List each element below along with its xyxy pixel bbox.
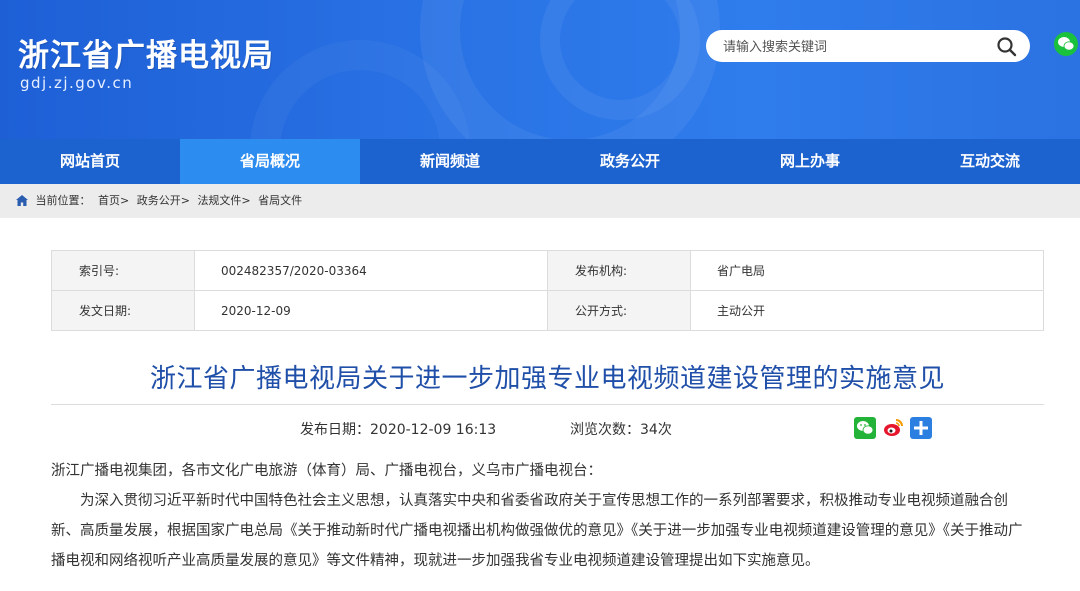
search-input[interactable] bbox=[723, 37, 983, 57]
search-box bbox=[706, 30, 1030, 62]
publish-date: 发布日期：2020-12-09 16:13 bbox=[300, 422, 497, 438]
site-title[interactable]: 浙江省广播电视局 bbox=[18, 30, 274, 75]
breadcrumb-government-affairs[interactable]: 政务公开> bbox=[137, 194, 190, 207]
nav-item-bureau-overview[interactable]: 省局概况 bbox=[180, 139, 360, 184]
index-label: 索引号: bbox=[51, 250, 195, 291]
disclosure-method-label: 公开方式: bbox=[547, 290, 691, 331]
breadcrumb-prefix: 当前位置： bbox=[35, 194, 91, 207]
article-title: 浙江省广播电视局关于进一步加强专业电视频道建设管理的实施意见 bbox=[149, 364, 945, 394]
nav-item-interaction[interactable]: 互动交流 bbox=[900, 139, 1080, 184]
disclosure-method-value: 主动公开 bbox=[690, 290, 1044, 331]
home-icon bbox=[16, 186, 28, 220]
index-value: 002482357/2020-03364 bbox=[194, 250, 548, 291]
share-more-plus-icon[interactable] bbox=[910, 417, 932, 439]
site-domain: gdj.zj.gov.cn bbox=[20, 74, 134, 92]
breadcrumb-bureau-documents[interactable]: 省局文件 bbox=[258, 194, 302, 207]
breadcrumb-home[interactable]: 首页> bbox=[98, 194, 129, 207]
search-icon[interactable] bbox=[995, 35, 1019, 59]
table-row: 发文日期: 2020-12-09 公开方式: 主动公开 bbox=[51, 290, 1044, 331]
breadcrumb: 当前位置： 首页> 政务公开> 法规文件> 省局文件 bbox=[0, 184, 1080, 218]
publisher-label: 发布机构: bbox=[547, 250, 691, 291]
article-body: 浙江广播电视集团，各市文化广电旅游（体育）局、广播电视台，义乌市广播电视台： 为… bbox=[51, 456, 1036, 576]
main-nav: 网站首页 省局概况 新闻频道 政务公开 网上办事 互动交流 bbox=[0, 139, 1080, 184]
nav-item-government-affairs[interactable]: 政务公开 bbox=[540, 139, 720, 184]
nav-item-online-services[interactable]: 网上办事 bbox=[720, 139, 900, 184]
article-paragraph: 为深入贯彻习近平新时代中国特色社会主义思想，认真落实中央和省委省政府关于宣传思想… bbox=[51, 493, 1023, 569]
site-header: 浙江省广播电视局 gdj.zj.gov.cn bbox=[0, 0, 1080, 139]
issue-date-value: 2020-12-09 bbox=[194, 290, 548, 331]
issue-date-label: 发文日期: bbox=[51, 290, 195, 331]
share-weibo-icon[interactable] bbox=[882, 417, 904, 439]
view-count: 浏览次数：34次 bbox=[570, 422, 672, 438]
document-info-table: 索引号: 002482357/2020-03364 发布机构: 省广电局 发文日… bbox=[51, 250, 1044, 331]
publisher-value: 省广电局 bbox=[690, 250, 1044, 291]
title-divider bbox=[51, 404, 1044, 405]
table-row: 索引号: 002482357/2020-03364 发布机构: 省广电局 bbox=[51, 250, 1044, 291]
nav-item-home[interactable]: 网站首页 bbox=[0, 139, 180, 184]
nav-item-news[interactable]: 新闻频道 bbox=[360, 139, 540, 184]
breadcrumb-regulations[interactable]: 法规文件> bbox=[197, 194, 250, 207]
share-wechat-icon[interactable] bbox=[854, 417, 876, 439]
article-recipients: 浙江广播电视集团，各市文化广电旅游（体育）局、广播电视台，义乌市广播电视台： bbox=[51, 463, 602, 479]
wechat-icon[interactable] bbox=[1054, 32, 1078, 56]
